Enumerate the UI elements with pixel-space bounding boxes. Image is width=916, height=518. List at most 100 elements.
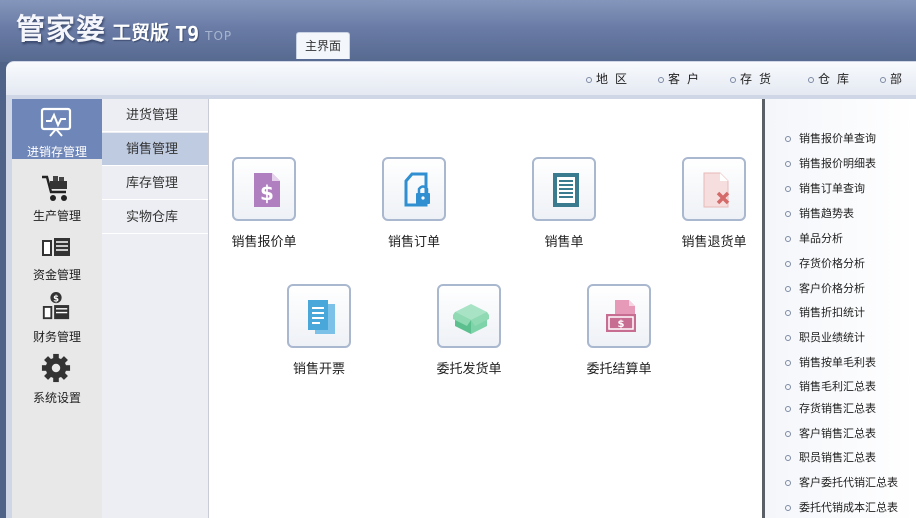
gear-icon <box>41 353 71 383</box>
func-icon-box <box>287 284 351 348</box>
report-label: 销售趋势表 <box>799 207 854 220</box>
submenu-item-sales[interactable]: 销售管理 <box>102 133 208 166</box>
submenu-panel: 进货管理 销售管理 库存管理 实物仓库 <box>102 99 209 518</box>
sidebar-item-label: 进销存管理 <box>26 145 87 159</box>
report-link[interactable]: 职员业绩统计 <box>785 329 865 345</box>
func-label: 销售退货单 <box>681 235 747 250</box>
bullet-icon <box>785 211 791 217</box>
sidebar-item-funds[interactable]: 资金管理 <box>12 226 102 286</box>
bullet-icon <box>785 186 791 192</box>
invoice-doc-icon <box>308 300 335 334</box>
report-label: 单品分析 <box>799 232 843 245</box>
bullet-icon <box>785 360 791 366</box>
report-label: 存货价格分析 <box>799 257 865 270</box>
bullet-icon <box>586 76 592 83</box>
report-link[interactable]: 客户价格分析 <box>785 280 865 296</box>
report-link[interactable]: 客户委托代销汇总表 <box>785 474 898 490</box>
report-link[interactable]: 存货销售汇总表 <box>785 400 876 416</box>
bullet-icon <box>785 261 791 267</box>
locked-doc-icon <box>404 172 430 207</box>
func-icon-box <box>382 157 446 221</box>
bullet-icon <box>785 431 791 437</box>
submenu-item-purchase[interactable]: 进货管理 <box>102 99 208 132</box>
tab-main-interface[interactable]: 主界面 <box>296 32 350 59</box>
logo-edition-text: 工贸版 <box>112 22 170 44</box>
sidebar-item-system-settings[interactable]: 系统设置 <box>12 349 102 409</box>
shortcut-region[interactable]: 地区 <box>586 70 634 87</box>
sidebar-item-inventory-sales[interactable]: 进销存管理 <box>12 99 102 159</box>
logo-main-text: 管家婆 <box>16 12 107 46</box>
func-icon-box: $ <box>232 157 296 221</box>
report-label: 客户委托代销汇总表 <box>799 476 898 489</box>
svg-text:$: $ <box>260 181 274 205</box>
func-consign-delivery[interactable]: 委托发货单 <box>414 284 524 377</box>
shortcut-customer[interactable]: 客户 <box>658 70 706 87</box>
func-icon-box <box>682 157 746 221</box>
app-logo: 管家婆 工贸版 T9 TOP <box>16 8 232 48</box>
shortcut-label: 客户 <box>668 72 707 86</box>
bullet-icon <box>785 335 791 341</box>
logo-suffix-text: TOP <box>205 29 233 43</box>
svg-text:$: $ <box>618 319 625 330</box>
report-link[interactable]: 销售按单毛利表 <box>785 354 876 370</box>
func-icon-box <box>437 284 501 348</box>
logo-version-text: T9 <box>175 22 200 46</box>
report-link[interactable]: 销售报价明细表 <box>785 155 876 171</box>
sidebar-item-production[interactable]: 生产管理 <box>12 165 102 225</box>
bullet-icon <box>730 76 736 83</box>
report-link[interactable]: 销售趋势表 <box>785 205 854 221</box>
price-doc-icon: $ <box>254 173 280 207</box>
sidebar-item-finance[interactable]: $ 财务管理 <box>12 287 102 347</box>
shortcut-label: 地区 <box>596 72 635 86</box>
bullet-icon <box>785 136 791 142</box>
func-sales-return[interactable]: 销售退货单 <box>659 157 769 250</box>
report-link[interactable]: 客户销售汇总表 <box>785 425 876 441</box>
shortcut-label: 仓库 <box>818 72 857 86</box>
func-sales-quote[interactable]: $ 销售报价单 <box>209 157 319 250</box>
report-list: 销售报价单查询 销售报价明细表 销售订单查询 销售趋势表 单品分析 存货价格分析… <box>765 99 916 518</box>
sidebar-item-label: 资金管理 <box>32 268 81 282</box>
func-label: 委托发货单 <box>436 362 502 377</box>
cart-icon <box>42 175 67 201</box>
report-link[interactable]: 职员销售汇总表 <box>785 449 876 465</box>
report-link[interactable]: 存货价格分析 <box>785 255 865 271</box>
report-link[interactable]: 销售折扣统计 <box>785 304 865 320</box>
report-link[interactable]: 销售订单查询 <box>785 180 865 196</box>
bullet-icon <box>880 76 886 83</box>
report-link[interactable]: 委托代销成本汇总表 <box>785 499 898 515</box>
report-link[interactable]: 销售毛利汇总表 <box>785 378 876 394</box>
bullet-icon <box>785 161 791 167</box>
bullet-icon <box>785 505 791 511</box>
svg-text:$: $ <box>53 293 59 303</box>
shortcut-warehouse[interactable]: 仓库 <box>808 70 856 87</box>
bullet-icon <box>785 406 791 412</box>
bullet-icon <box>785 286 791 292</box>
report-link[interactable]: 单品分析 <box>785 230 843 246</box>
report-link[interactable]: 销售报价单查询 <box>785 130 876 146</box>
module-sidebar: 进销存管理 生产管理 资金管理 $ 财务管理 系统设置 <box>12 99 103 518</box>
submenu-item-stock[interactable]: 库存管理 <box>102 167 208 200</box>
report-label: 销售折扣统计 <box>799 306 865 319</box>
report-label: 销售报价明细表 <box>799 157 876 170</box>
func-sales-slip[interactable]: 销售单 <box>509 157 619 250</box>
report-label: 销售报价单查询 <box>799 132 876 145</box>
func-icon-box <box>532 157 596 221</box>
shortcut-bar: 地区 客户 存货 仓库 部 <box>6 61 916 95</box>
submenu-item-physical-warehouse[interactable]: 实物仓库 <box>102 201 208 234</box>
func-sales-order[interactable]: 销售订单 <box>359 157 469 250</box>
coin-stack-icon: $ <box>42 291 70 320</box>
shortcut-department[interactable]: 部 <box>880 70 909 87</box>
shortcut-inventory[interactable]: 存货 <box>730 70 778 87</box>
func-sales-invoice[interactable]: 销售开票 <box>264 284 374 377</box>
shortcut-label: 部 <box>890 72 910 86</box>
func-label: 销售单 <box>544 235 584 250</box>
func-icon-box: $ <box>587 284 651 348</box>
bullet-icon <box>785 384 791 390</box>
sidebar-item-label: 财务管理 <box>32 330 81 344</box>
report-label: 销售毛利汇总表 <box>799 380 876 393</box>
sidebar-item-label: 生产管理 <box>32 209 81 223</box>
report-label: 客户价格分析 <box>799 282 865 295</box>
function-panel: $ 销售报价单 销售订单 销售单 销售退货单 销售开票 委托发货单 $ 委托结算… <box>209 99 762 518</box>
func-consign-settlement[interactable]: $ 委托结算单 <box>564 284 674 377</box>
report-label: 存货销售汇总表 <box>799 402 876 415</box>
